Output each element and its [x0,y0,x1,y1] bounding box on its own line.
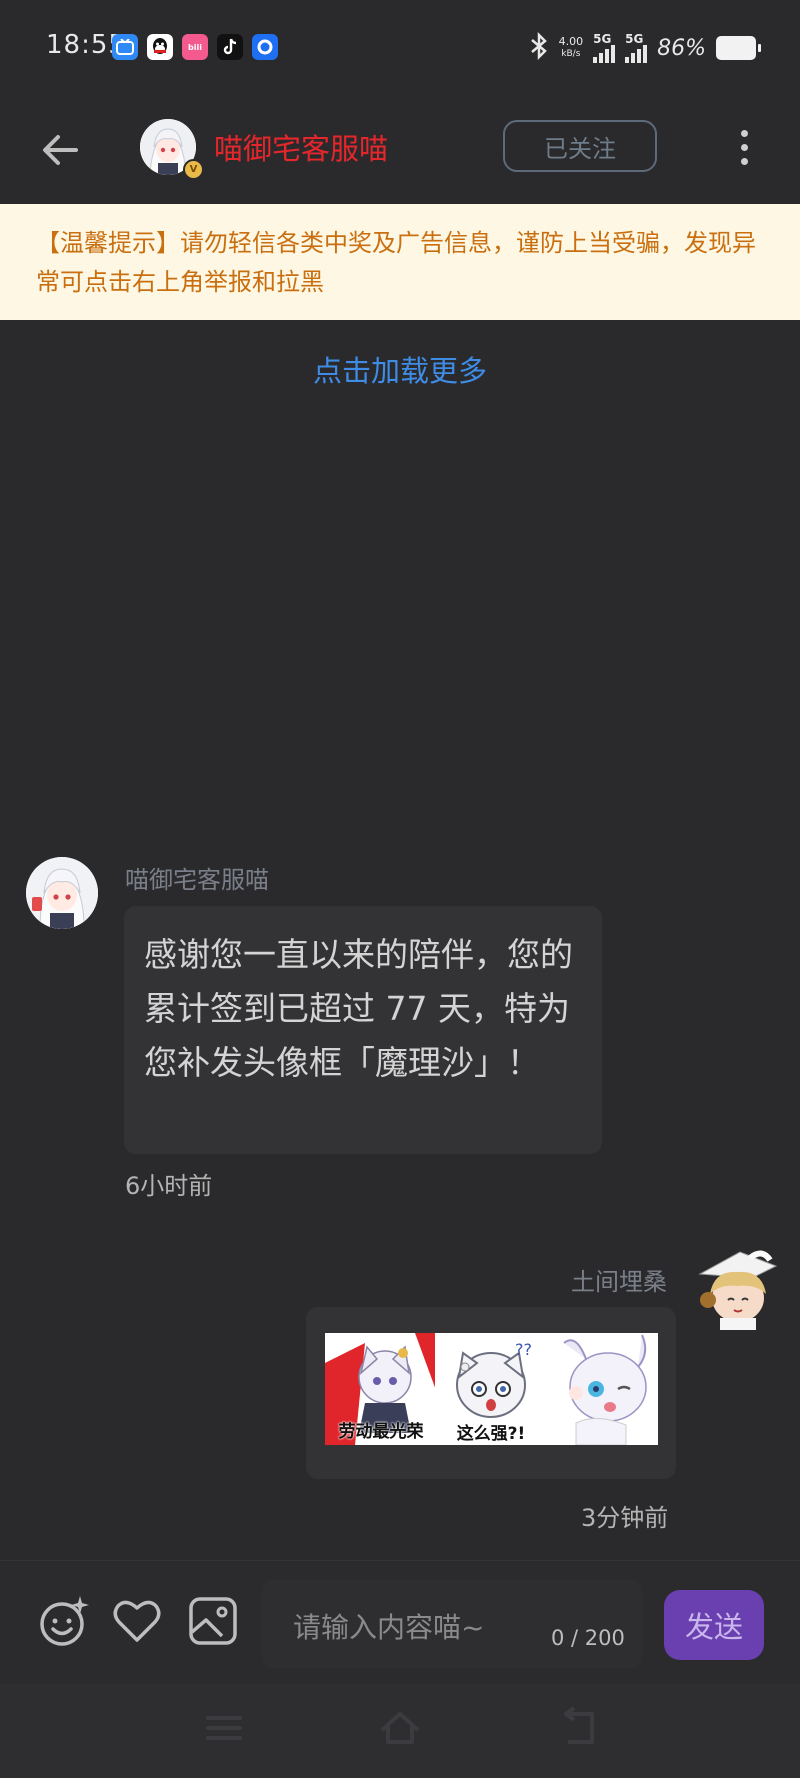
message-input-placeholder: 请输入内容喵~ [293,1611,485,1644]
char-counter: 0 / 200 [551,1626,625,1650]
heart-icon[interactable] [110,1594,164,1648]
back-button[interactable] [36,124,88,176]
user-avatar[interactable] [696,1248,782,1334]
chat-header [0,96,800,204]
battery-icon [716,36,761,60]
net-speed: 4.00 kB/s [559,35,584,61]
message-time: 3分钟前 [581,1504,669,1532]
sticker-image[interactable]: 劳动最光荣 [325,1333,437,1445]
sender-name: 喵御宅客服喵 [125,866,269,894]
chat-title[interactable]: 喵御宅客服喵 [214,126,388,168]
vip-badge: V [183,159,204,180]
sender-avatar[interactable] [26,857,98,929]
emoji-icon[interactable] [36,1594,90,1648]
qq-icon [147,34,173,60]
bilibili-tv-icon [112,34,138,60]
sticker-image[interactable] [546,1333,658,1445]
bilibili-icon: bili [182,34,208,60]
home-icon[interactable] [376,1704,424,1752]
follow-button[interactable]: 已关注 [503,120,657,172]
signal-2: 5G [625,32,648,63]
signal-bars-icon [593,45,616,63]
signal-1: 5G [593,32,616,63]
warning-notice: 【温馨提示】请勿轻信各类中奖及广告信息，谨防上当受骗，发现异常可点击右上角举报和… [0,204,800,320]
sender-name: 土间埋桑 [571,1268,667,1296]
battery-percent: 86% [657,35,706,61]
status-indicators: 4.00 kB/s 5G 5G 86% [529,30,761,66]
svg-text:??: ?? [515,1340,532,1359]
message-time: 6小时前 [125,1172,213,1200]
signal-1-label: 5G [593,32,612,46]
back-arrow-icon [43,135,78,165]
tiktok-icon [217,34,243,60]
bluetooth-icon [529,31,549,64]
image-icon[interactable] [186,1594,240,1648]
menu-icon[interactable] [200,1704,248,1752]
sticker-caption: 这么强?! [456,1424,526,1444]
signal-bars-icon [625,45,648,63]
send-button[interactable]: 发送 [664,1590,764,1660]
more-options-icon[interactable] [728,124,760,170]
load-more-link[interactable]: 点击加载更多 [0,348,800,390]
signal-2-label: 5G [625,32,644,46]
sticker-caption: 劳动最光荣 [338,1422,424,1442]
back-nav-icon[interactable] [554,1704,602,1752]
message-bubble: 感谢您一直以来的陪伴，您的累计签到已超过 77 天，特为您补发头像框「魔理沙」！ [124,906,602,1154]
sticker-image[interactable]: ?? 这么强?! [435,1333,547,1445]
net-speed-unit: kB/s [561,49,581,59]
net-speed-value: 4.00 [558,35,584,48]
browser-icon [252,34,278,60]
